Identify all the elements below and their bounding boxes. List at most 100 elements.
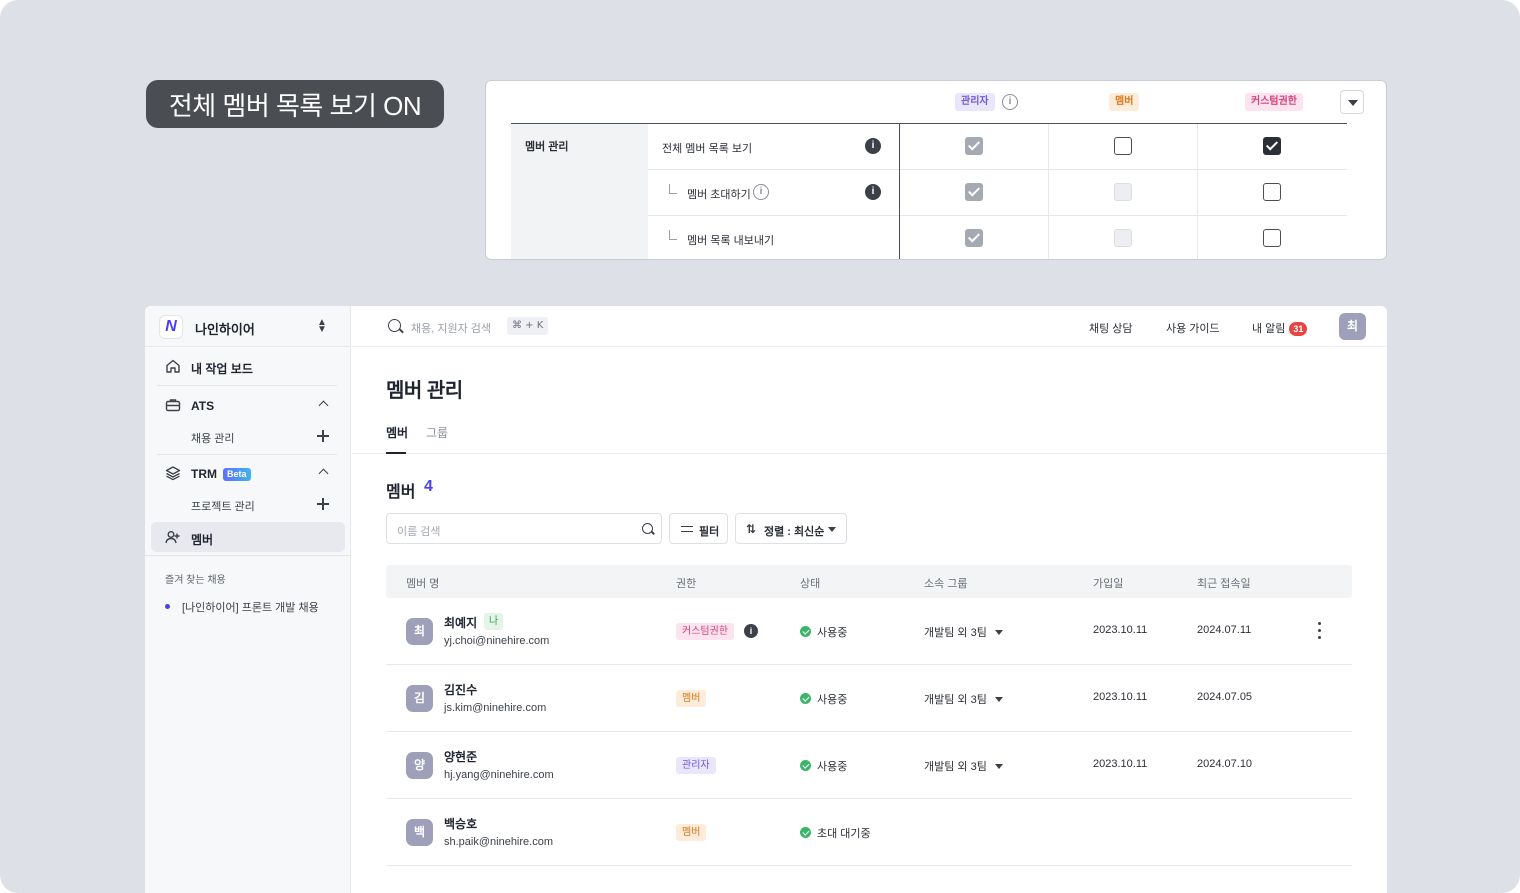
group-dropdown[interactable]: 개발팀 외 3팀 (924, 691, 1003, 707)
check-circle-icon (800, 693, 811, 704)
role-dropdown-button[interactable] (1340, 90, 1364, 114)
permission-label: 전체 멤버 목록 보기 (662, 143, 753, 155)
check-circle-icon (800, 827, 811, 838)
sidebar-item-trm[interactable]: TRM Beta (151, 458, 345, 488)
permission-label: 멤버 목록 내보내기 (687, 235, 775, 247)
status-badge: 사용중 (800, 624, 847, 640)
sidebar-item-members[interactable]: 멤버 (151, 522, 345, 552)
shortcut-hint: ⌘ + K (507, 317, 549, 335)
checkbox-custom-export[interactable] (1263, 229, 1281, 247)
sort-button[interactable]: ⇅ 정렬 : 최신순 (735, 513, 847, 544)
member-name: 백승호 (444, 817, 478, 831)
column-header: 소속 그룹 (924, 578, 968, 590)
sidebar-item-hiring[interactable]: 채용 관리 (151, 421, 345, 451)
app-window: N 나인하이어 ▲ ▼ 내 작업 보드 ATS 채용 관리 TRM Beta 프… (145, 306, 1387, 893)
member-email: sh.paik@ninehire.com (444, 836, 553, 848)
notifications-link[interactable]: 내 알림 31 (1252, 320, 1308, 336)
sidebar-item-ats[interactable]: ATS (151, 390, 345, 420)
user-add-icon (165, 531, 180, 544)
checkbox-member-invite (1114, 183, 1132, 201)
check-circle-icon (800, 626, 811, 637)
sidebar-item-label: 멤버 (191, 533, 214, 547)
org-switcher[interactable]: N 나인하이어 ▲ ▼ (145, 306, 351, 347)
plus-icon[interactable] (316, 429, 330, 443)
plus-icon[interactable] (316, 497, 330, 511)
search-icon[interactable] (642, 523, 653, 534)
tab-groups[interactable]: 그룹 (426, 424, 448, 441)
role-chip-admin: 관리자 (955, 93, 995, 111)
filter-button[interactable]: 필터 (669, 513, 728, 544)
joined-date: 2023.10.11 (1093, 624, 1148, 636)
sidebar-item-projects[interactable]: 프로젝트 관리 (151, 489, 345, 519)
column-header: 권한 (676, 578, 697, 590)
table-row[interactable]: 최 최예지 나 yj.choi@ninehire.com 커스텀권한 i 사용중… (386, 598, 1352, 665)
user-guide-link[interactable]: 사용 가이드 (1166, 320, 1220, 336)
role-chip-custom: 커스텀권한 (1245, 93, 1303, 111)
checkbox-custom-invite[interactable] (1263, 183, 1281, 201)
info-icon[interactable]: i (753, 184, 769, 200)
permission-toggle-label: 전체 멤버 목록 보기 ON (146, 80, 444, 128)
caret-down-icon (994, 697, 1003, 702)
tab-members[interactable]: 멤버 (386, 424, 408, 454)
table-row[interactable]: 김 김진수 js.kim@ninehire.com 멤버 사용중 개발팀 외 3… (386, 665, 1352, 732)
avatar[interactable]: 최 (1339, 313, 1366, 340)
sidebar-item-dashboard[interactable]: 내 작업 보드 (151, 351, 345, 381)
name-search-input[interactable]: 이름 검색 (386, 513, 662, 544)
beta-badge: Beta (223, 468, 251, 481)
status-badge: 사용중 (800, 758, 847, 774)
info-icon[interactable]: i (1002, 94, 1018, 110)
info-icon[interactable]: i (744, 624, 758, 638)
checkbox-admin-invite (965, 183, 983, 201)
checkbox-member-view-all[interactable] (1114, 137, 1132, 155)
permission-section: 멤버 관리 (511, 124, 648, 259)
group-dropdown[interactable]: 개발팀 외 3팀 (924, 758, 1003, 774)
name-search-placeholder: 이름 검색 (397, 526, 441, 538)
column-divider (899, 124, 900, 259)
group-dropdown[interactable]: 개발팀 외 3팀 (924, 624, 1003, 640)
checkbox-custom-view-all[interactable] (1263, 137, 1281, 155)
ninehire-logo-icon: N (159, 315, 183, 339)
member-email: yj.choi@ninehire.com (444, 635, 550, 647)
table-row[interactable]: 양 양현준 hj.yang@ninehire.com 관리자 사용중 개발팀 외… (386, 732, 1352, 799)
member-name: 양현준 (444, 750, 478, 764)
chevron-up-icon[interactable] (318, 400, 329, 411)
avatar: 최 (406, 618, 433, 645)
filter-icon (681, 524, 693, 534)
briefcase-icon (165, 399, 181, 412)
member-email: js.kim@ninehire.com (444, 702, 547, 714)
chat-support-link[interactable]: 채팅 상담 (1089, 320, 1133, 336)
table-row[interactable]: 백 백승호 sh.paik@ninehire.com 멤버 초대 대기중 (386, 799, 1352, 866)
chevron-up-icon[interactable] (318, 468, 329, 479)
favorite-item[interactable]: [나인하이어] 프론트 개발 채용 (165, 599, 319, 615)
caret-down-icon (994, 630, 1003, 635)
sidebar-divider (157, 454, 337, 455)
sidebar-divider (145, 555, 351, 556)
checkbox-member-export (1114, 229, 1132, 247)
global-search-input[interactable]: 채용, 지원자 검색 (411, 320, 491, 336)
home-icon (166, 359, 180, 373)
sidebar-divider (157, 385, 337, 386)
tab-bar: 멤버 그룹 (352, 416, 1387, 454)
notification-count-badge: 31 (1289, 322, 1308, 336)
column-header: 상태 (800, 578, 821, 590)
info-icon[interactable]: i (865, 184, 881, 200)
avatar: 김 (406, 685, 433, 712)
permission-row: 멤버 목록 내보내기 (648, 216, 1347, 259)
caret-down-icon (828, 527, 836, 532)
top-bar: 채용, 지원자 검색 ⌘ + K 채팅 상담 사용 가이드 내 알림 31 최 (352, 306, 1387, 347)
search-icon[interactable] (388, 319, 401, 332)
stage: 전체 멤버 목록 보기 ON 관리자 i 멤버 커스텀권한 멤버 관리 전체 멤… (0, 0, 1520, 893)
sub-item-indent (669, 230, 677, 240)
sub-item-indent (669, 184, 677, 194)
permission-table-header: 관리자 i 멤버 커스텀권한 (511, 81, 1364, 124)
column-header: 멤버 명 (406, 578, 440, 590)
last-access-date: 2024.07.10 (1197, 758, 1253, 770)
info-icon[interactable]: i (865, 138, 881, 154)
column-divider (1048, 124, 1049, 259)
sidebar-item-label: 내 작업 보드 (191, 362, 253, 376)
more-options-icon[interactable] (1318, 622, 1322, 640)
org-name: 나인하이어 (195, 322, 255, 337)
last-access-date: 2024.07.05 (1197, 691, 1253, 703)
role-badge: 커스텀권한 (676, 623, 734, 640)
chevron-updown-icon: ▲ ▼ (317, 317, 327, 335)
